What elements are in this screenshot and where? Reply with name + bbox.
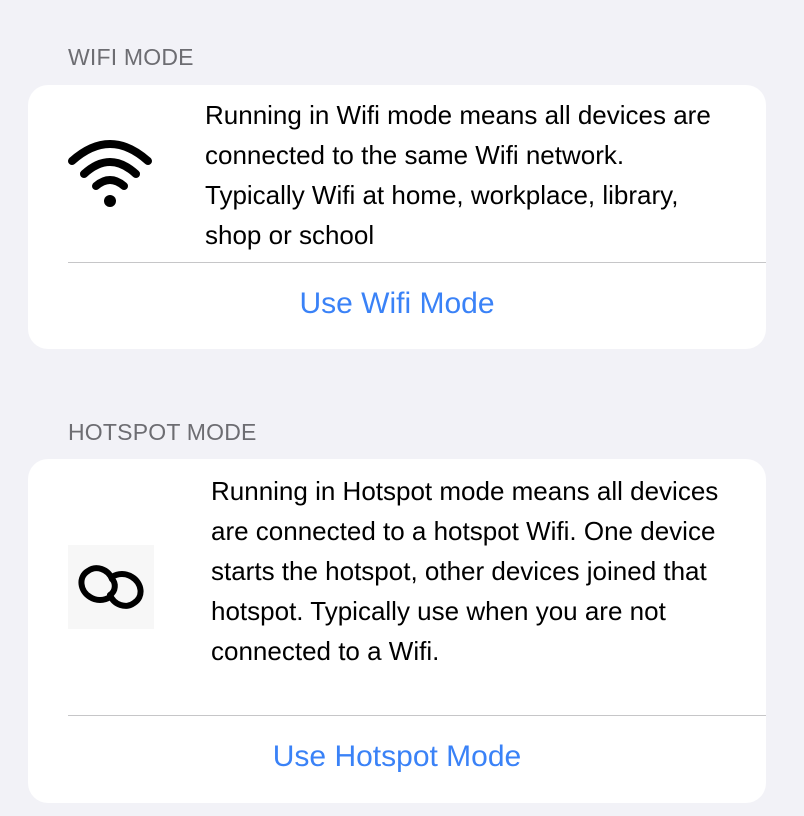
use-wifi-mode-button[interactable]: Use Wifi Mode [28, 287, 766, 321]
wifi-mode-card: Running in Wifi mode means all devices a… [28, 85, 766, 349]
wifi-mode-description: Running in Wifi mode means all devices a… [205, 100, 711, 250]
divider [68, 262, 766, 263]
wifi-section-header: WIFI MODE [68, 44, 194, 70]
hotspot-mode-description: Running in Hotspot mode means all device… [211, 476, 719, 666]
wifi-icon [66, 133, 154, 209]
divider [68, 715, 766, 716]
hotspot-mode-card: Running in Hotspot mode means all device… [28, 459, 766, 803]
hotspot-section-header: HOTSPOT MODE [68, 419, 257, 445]
hotspot-link-icon [68, 545, 154, 629]
use-hotspot-mode-button[interactable]: Use Hotspot Mode [28, 740, 766, 774]
